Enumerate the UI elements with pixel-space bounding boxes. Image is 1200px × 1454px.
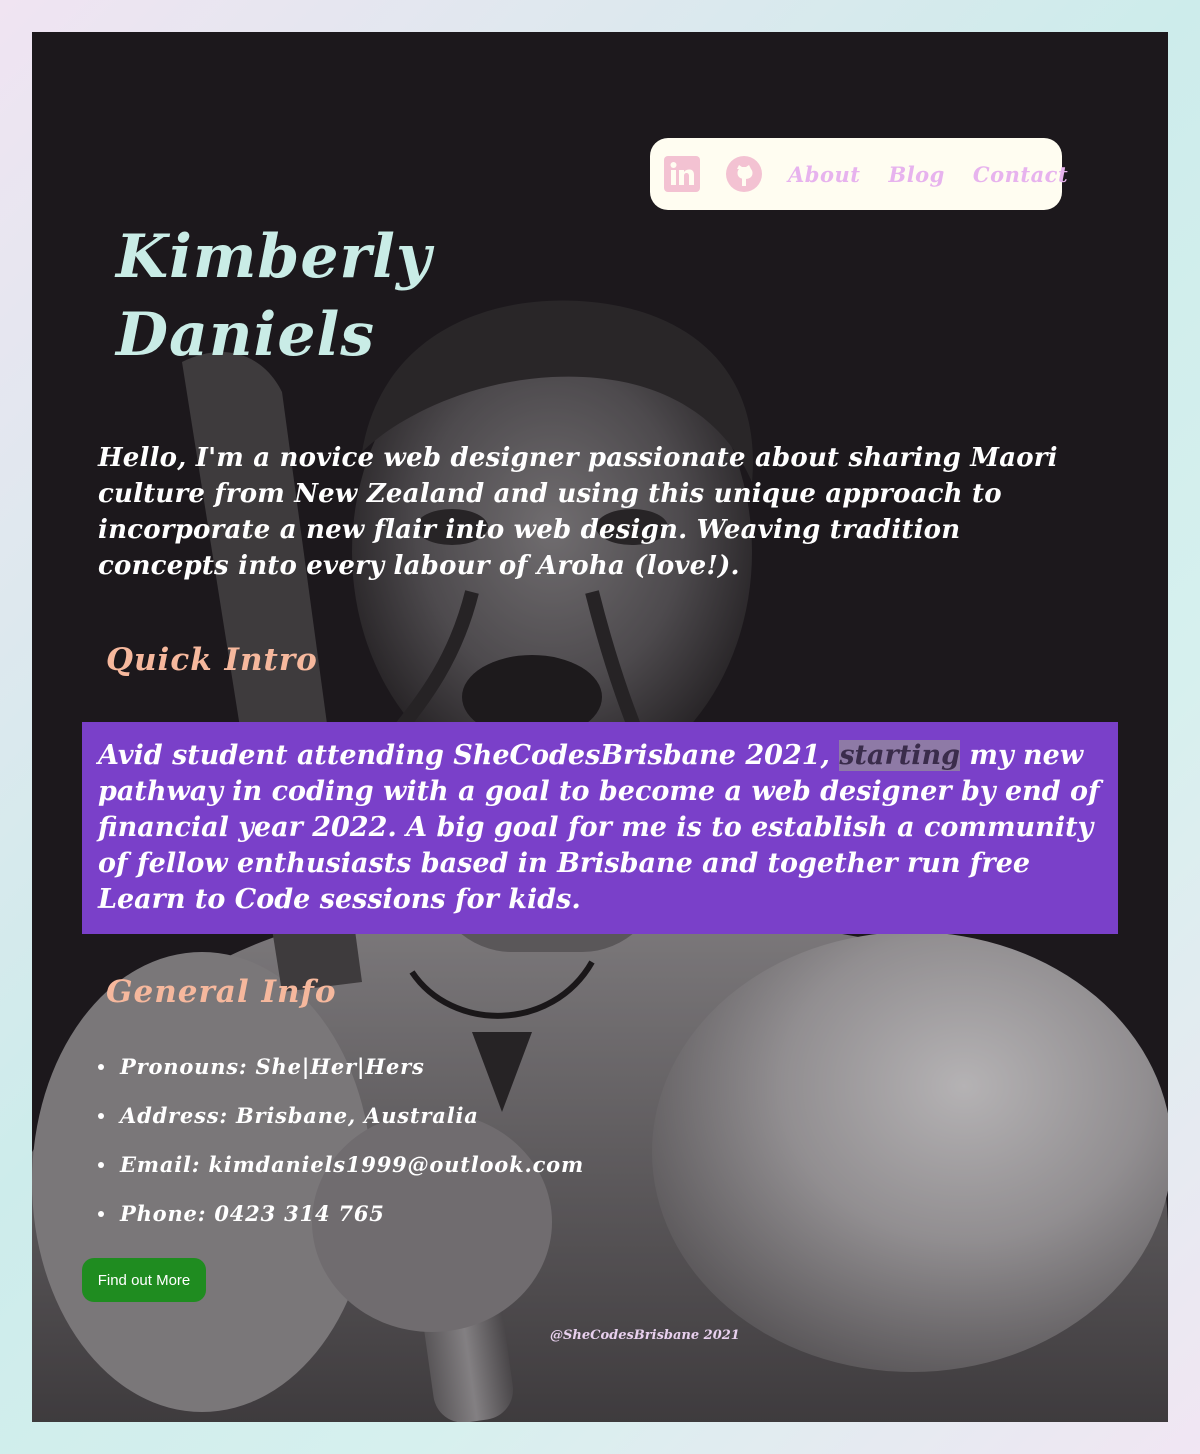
list-item: Address: Brisbane, Australia <box>98 1091 584 1140</box>
bullet-icon <box>98 1063 104 1070</box>
bullet-icon <box>98 1210 104 1217</box>
linkedin-icon[interactable] <box>664 156 700 192</box>
page-title: Kimberly Daniels <box>116 218 432 374</box>
quick-intro-text: Avid student attending SheCodesBrisbane … <box>98 738 1102 918</box>
top-nav: About Blog Contact <box>650 138 1068 210</box>
quick-intro-heading: Quick Intro <box>106 642 318 678</box>
list-item: Pronouns: She|Her|Hers <box>98 1042 584 1091</box>
find-out-more-button[interactable]: Find out More <box>82 1258 206 1302</box>
list-item: Phone: 0423 314 765 <box>98 1189 584 1238</box>
info-phone: Phone: 0423 314 765 <box>120 1201 385 1226</box>
general-info-heading: General Info <box>106 974 337 1010</box>
bullet-icon <box>98 1112 104 1119</box>
github-icon[interactable] <box>726 156 762 192</box>
nav-link-blog[interactable]: Blog <box>888 162 944 187</box>
intro-text-start: Avid student attending SheCodesBrisbane … <box>98 740 840 771</box>
highlighted-word: starting <box>839 740 960 771</box>
nav-link-about[interactable]: About <box>788 162 860 187</box>
info-email: Email: kimdaniels1999@outlook.com <box>120 1152 584 1177</box>
info-address: Address: Brisbane, Australia <box>120 1103 479 1128</box>
last-name: Daniels <box>116 300 376 370</box>
info-pronouns: Pronouns: She|Her|Hers <box>120 1054 425 1079</box>
hello-paragraph: Hello, I'm a novice web designer passion… <box>98 443 1058 581</box>
nav-link-contact[interactable]: Contact <box>973 162 1068 187</box>
bullet-icon <box>98 1161 104 1168</box>
general-info-list: Pronouns: She|Her|Hers Address: Brisbane… <box>98 1042 584 1238</box>
footer-credit: @SheCodesBrisbane 2021 <box>550 1328 740 1343</box>
page-frame: About Blog Contact Kimberly Daniels Hell… <box>32 32 1168 1422</box>
first-name: Kimberly <box>116 222 432 292</box>
list-item: Email: kimdaniels1999@outlook.com <box>98 1140 584 1189</box>
quick-intro-box: Avid student attending SheCodesBrisbane … <box>82 722 1118 934</box>
